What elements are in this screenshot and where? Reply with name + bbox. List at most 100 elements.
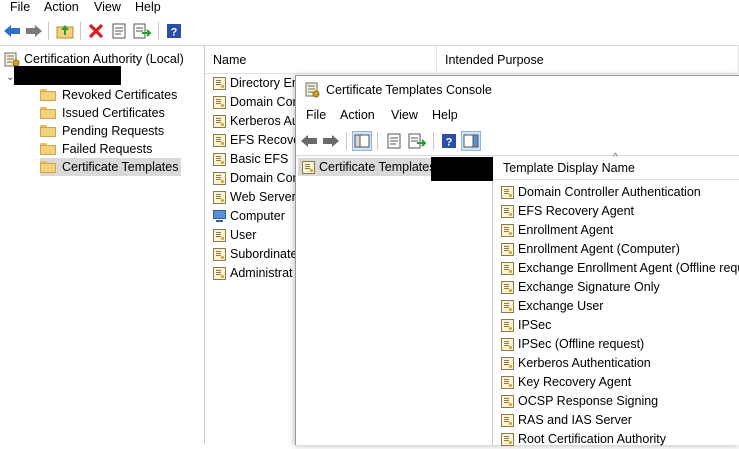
console-template-list: Template Display Name ^ Domain Controlle… (493, 152, 739, 446)
forward-arrow-icon (26, 25, 42, 37)
console-menu-help[interactable]: Help (430, 108, 460, 124)
template-name: Exchange Enrollment Agent (Offline requ.… (518, 261, 739, 275)
console-properties-button[interactable] (384, 131, 404, 151)
list-item-label: Kerberos Au (230, 114, 299, 128)
list-item-label: Directory Em (230, 76, 303, 90)
list-item[interactable]: Web Server (213, 188, 296, 207)
tree-item-label: Issued Certificates (62, 106, 165, 120)
list-item[interactable]: Subordinate (213, 245, 297, 264)
tree-item-certificate-templates[interactable]: Certificate Templates (40, 158, 181, 176)
column-header-intended-purpose[interactable]: Intended Purpose (437, 46, 739, 74)
export-list-button[interactable] (132, 21, 152, 41)
list-item-label: Computer (230, 209, 285, 223)
template-list-item[interactable]: Kerberos Authentication (501, 354, 651, 373)
console-help-button[interactable]: ? (439, 131, 459, 151)
export-list-icon (133, 23, 151, 39)
certificate-template-icon (213, 248, 226, 261)
template-list-item[interactable]: Enrollment Agent (Computer) (501, 240, 680, 259)
forward-arrow-icon (323, 135, 339, 147)
list-item-label: Domain Con (230, 171, 300, 185)
console-back-button[interactable] (299, 131, 319, 151)
up-folder-icon (56, 25, 74, 39)
certificate-template-icon (501, 395, 514, 408)
list-item[interactable]: User (213, 226, 256, 245)
template-name: IPSec (Offline request) (518, 337, 645, 351)
template-name: Exchange User (518, 299, 604, 313)
list-item-label: Domain Con (230, 95, 300, 109)
certificate-template-icon (501, 224, 514, 237)
certificate-template-icon (213, 115, 226, 128)
list-item-label: EFS Recover (230, 133, 305, 147)
list-item[interactable]: EFS Recover (213, 131, 304, 150)
template-list-item[interactable]: RAS and IAS Server (501, 411, 632, 430)
list-item[interactable]: Domain Con (213, 169, 299, 188)
column-header-name[interactable]: Name (205, 46, 437, 74)
menu-view[interactable]: View (92, 0, 123, 16)
console-tree-pane: Certificate Templates (296, 156, 503, 445)
toolbar-separator (48, 22, 49, 40)
certificate-template-icon (501, 300, 514, 313)
certificate-template-icon (501, 357, 514, 370)
console-menu-view[interactable]: View (389, 108, 420, 124)
template-name: IPSec (518, 318, 552, 332)
list-item[interactable]: Administrat (213, 264, 293, 283)
console-app-icon (305, 82, 320, 98)
template-list-item[interactable]: IPSec (501, 316, 551, 335)
template-list-item[interactable]: IPSec (Offline request) (501, 335, 644, 354)
delete-button[interactable] (86, 21, 106, 41)
certificate-template-icon (213, 77, 226, 90)
show-hide-action-pane-button[interactable] (461, 131, 481, 151)
template-name: Enrollment Agent (518, 223, 614, 237)
certification-authority-icon (4, 52, 20, 67)
certificate-template-icon (213, 153, 226, 166)
template-list-item[interactable]: Exchange Signature Only (501, 278, 660, 297)
show-hide-console-tree-button[interactable] (352, 131, 372, 151)
menu-file[interactable]: File (8, 0, 32, 16)
template-list-item[interactable]: OCSP Response Signing (501, 392, 658, 411)
tree-item-pending-requests[interactable]: Pending Requests (40, 122, 164, 140)
console-menu-file[interactable]: File (304, 108, 328, 124)
template-list-item[interactable]: Root Certification Authority (501, 430, 666, 449)
console-title-bar[interactable]: Certificate Templates Console (296, 76, 739, 104)
template-list-item[interactable]: EFS Recovery Agent (501, 202, 634, 221)
help-icon: ? (167, 24, 181, 39)
help-button[interactable]: ? (164, 21, 184, 41)
certificate-template-icon (213, 96, 226, 109)
folder-icon (40, 89, 56, 101)
up-level-button[interactable] (55, 21, 75, 41)
certificate-template-icon (501, 281, 514, 294)
tree-pane: Certification Authority (Local) ⌄ Revoke… (0, 46, 205, 444)
menu-bar: File Action View Help (0, 0, 739, 16)
menu-help[interactable]: Help (133, 0, 163, 16)
list-item[interactable]: Basic EFS (213, 150, 288, 169)
console-export-list-button[interactable] (407, 131, 427, 151)
template-list-item[interactable]: Enrollment Agent (501, 221, 613, 240)
tree-item-failed-requests[interactable]: Failed Requests (40, 140, 152, 158)
list-item[interactable]: Directory Em (213, 74, 302, 93)
template-list-item[interactable]: Domain Controller Authentication (501, 183, 701, 202)
template-list-item[interactable]: Exchange User (501, 297, 603, 316)
tree-item-issued-certificates[interactable]: Issued Certificates (40, 104, 165, 122)
template-list-item[interactable]: Exchange Enrollment Agent (Offline requ.… (501, 259, 739, 278)
toolbar-separator (433, 132, 434, 150)
forward-button[interactable] (24, 21, 44, 41)
tree-item-revoked-certificates[interactable]: Revoked Certificates (40, 86, 177, 104)
column-header-template-display-name[interactable]: Template Display Name ^ (493, 152, 739, 180)
template-name: Root Certification Authority (518, 432, 666, 446)
tree-item-label: Pending Requests (62, 124, 165, 138)
menu-action[interactable]: Action (42, 0, 81, 16)
back-arrow-icon (4, 25, 20, 37)
folder-icon (40, 161, 56, 173)
console-forward-button[interactable] (321, 131, 341, 151)
list-item[interactable]: Kerberos Au (213, 112, 299, 131)
toolbar-separator (346, 132, 347, 150)
list-item[interactable]: Computer (213, 207, 285, 226)
console-menu-action[interactable]: Action (338, 108, 377, 124)
toolbar-separator (377, 132, 378, 150)
list-item[interactable]: Domain Con (213, 93, 299, 112)
template-name: RAS and IAS Server (518, 413, 632, 427)
template-list-item[interactable]: Key Recovery Agent (501, 373, 631, 392)
properties-button[interactable] (109, 21, 129, 41)
back-button[interactable] (2, 21, 22, 41)
list-item-label: Subordinate (230, 247, 298, 261)
